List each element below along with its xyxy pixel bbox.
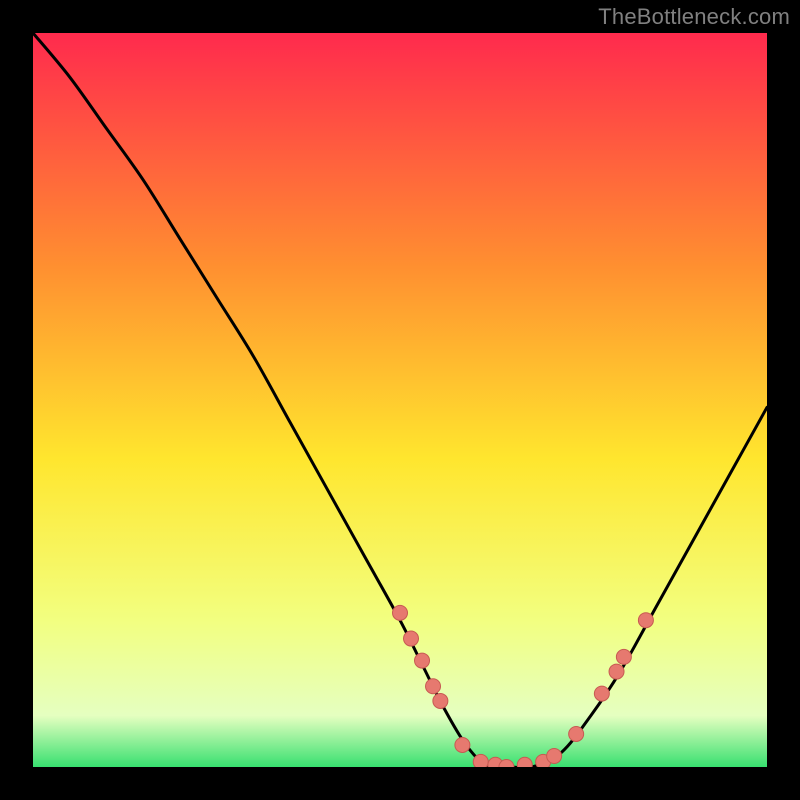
data-point — [547, 748, 562, 763]
data-point — [616, 649, 631, 664]
data-point — [594, 686, 609, 701]
data-point — [473, 754, 488, 767]
data-point — [455, 737, 470, 752]
data-point — [609, 664, 624, 679]
data-point — [433, 693, 448, 708]
data-point — [426, 679, 441, 694]
plot-area — [33, 33, 767, 767]
data-point — [415, 653, 430, 668]
data-point — [638, 613, 653, 628]
watermark-text: TheBottleneck.com — [598, 4, 790, 30]
data-point — [393, 605, 408, 620]
chart-svg — [33, 33, 767, 767]
chart-frame: TheBottleneck.com — [0, 0, 800, 800]
data-point — [404, 631, 419, 646]
data-point — [569, 726, 584, 741]
gradient-background — [33, 33, 767, 767]
